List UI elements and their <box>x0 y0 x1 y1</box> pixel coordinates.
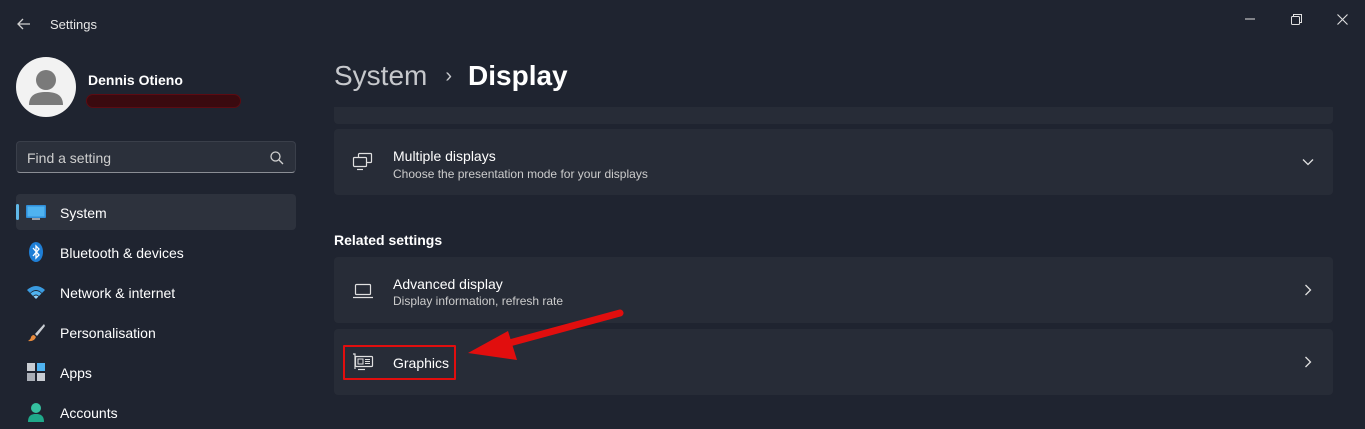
settings-window: Settings Dennis Otieno Find a setting Sy… <box>0 0 1365 429</box>
person-placeholder-icon <box>29 70 63 105</box>
back-button[interactable] <box>12 12 36 36</box>
sidebar-item-label: Network & internet <box>60 285 176 301</box>
sidebar-item-apps[interactable]: Apps <box>16 354 296 390</box>
sidebar-item-label: Personalisation <box>60 325 156 341</box>
monitor-icon <box>26 202 46 222</box>
chevron-right-icon[interactable] <box>1301 355 1315 369</box>
search-icon[interactable] <box>269 150 285 166</box>
laptop-icon <box>352 280 374 302</box>
title-bar: Settings <box>0 0 1365 48</box>
sidebar-item-bluetooth[interactable]: Bluetooth & devices <box>16 234 296 270</box>
chevron-down-icon[interactable] <box>1301 155 1315 169</box>
minimize-icon <box>1245 18 1255 20</box>
sidebar-item-label: System <box>60 205 107 221</box>
previous-card-edge[interactable] <box>334 107 1333 124</box>
search-box[interactable] <box>16 141 296 173</box>
sidebar-nav: System Bluetooth & devices Network & int… <box>16 194 296 429</box>
page-title: Display <box>468 60 568 91</box>
sidebar-item-label: Bluetooth & devices <box>60 245 184 261</box>
breadcrumb: System › Display <box>334 58 568 94</box>
card-subtitle: Choose the presentation mode for your di… <box>393 167 648 181</box>
person-icon <box>26 402 46 422</box>
close-button[interactable] <box>1319 4 1365 34</box>
multiple-displays-card[interactable]: Multiple displays Choose the presentatio… <box>334 129 1333 195</box>
sidebar-item-personalisation[interactable]: Personalisation <box>16 314 296 350</box>
breadcrumb-separator: › <box>445 64 453 87</box>
user-name: Dennis Otieno <box>88 72 183 88</box>
search-input[interactable] <box>27 148 257 168</box>
card-subtitle: Display information, refresh rate <box>393 294 564 308</box>
sidebar-item-label: Accounts <box>60 405 118 421</box>
sidebar-item-label: Apps <box>60 365 92 381</box>
app-title: Settings <box>50 17 97 32</box>
minimize-button[interactable] <box>1227 4 1273 34</box>
annotation-highlight-box <box>343 345 456 380</box>
redacted-email <box>86 94 241 108</box>
apps-icon <box>26 362 46 382</box>
breadcrumb-parent[interactable]: System <box>334 60 427 92</box>
active-indicator <box>16 204 19 220</box>
restore-icon <box>1290 13 1302 25</box>
back-arrow-icon <box>17 18 30 30</box>
card-title: Advanced display <box>393 276 503 292</box>
chevron-right-icon[interactable] <box>1301 283 1315 297</box>
bluetooth-icon <box>26 242 46 262</box>
multiple-displays-icon <box>352 151 374 173</box>
sidebar-item-accounts[interactable]: Accounts <box>16 394 296 429</box>
sidebar-item-system[interactable]: System <box>16 194 296 230</box>
card-title: Multiple displays <box>393 148 496 164</box>
wifi-icon <box>26 282 46 302</box>
restore-button[interactable] <box>1273 4 1319 34</box>
avatar[interactable] <box>16 57 76 117</box>
advanced-display-card[interactable]: Advanced display Display information, re… <box>334 257 1333 323</box>
close-icon <box>1336 13 1348 25</box>
graphics-card[interactable]: Graphics <box>334 329 1333 395</box>
paintbrush-icon <box>26 322 46 342</box>
related-settings-heading: Related settings <box>334 232 443 248</box>
sidebar-item-network[interactable]: Network & internet <box>16 274 296 310</box>
